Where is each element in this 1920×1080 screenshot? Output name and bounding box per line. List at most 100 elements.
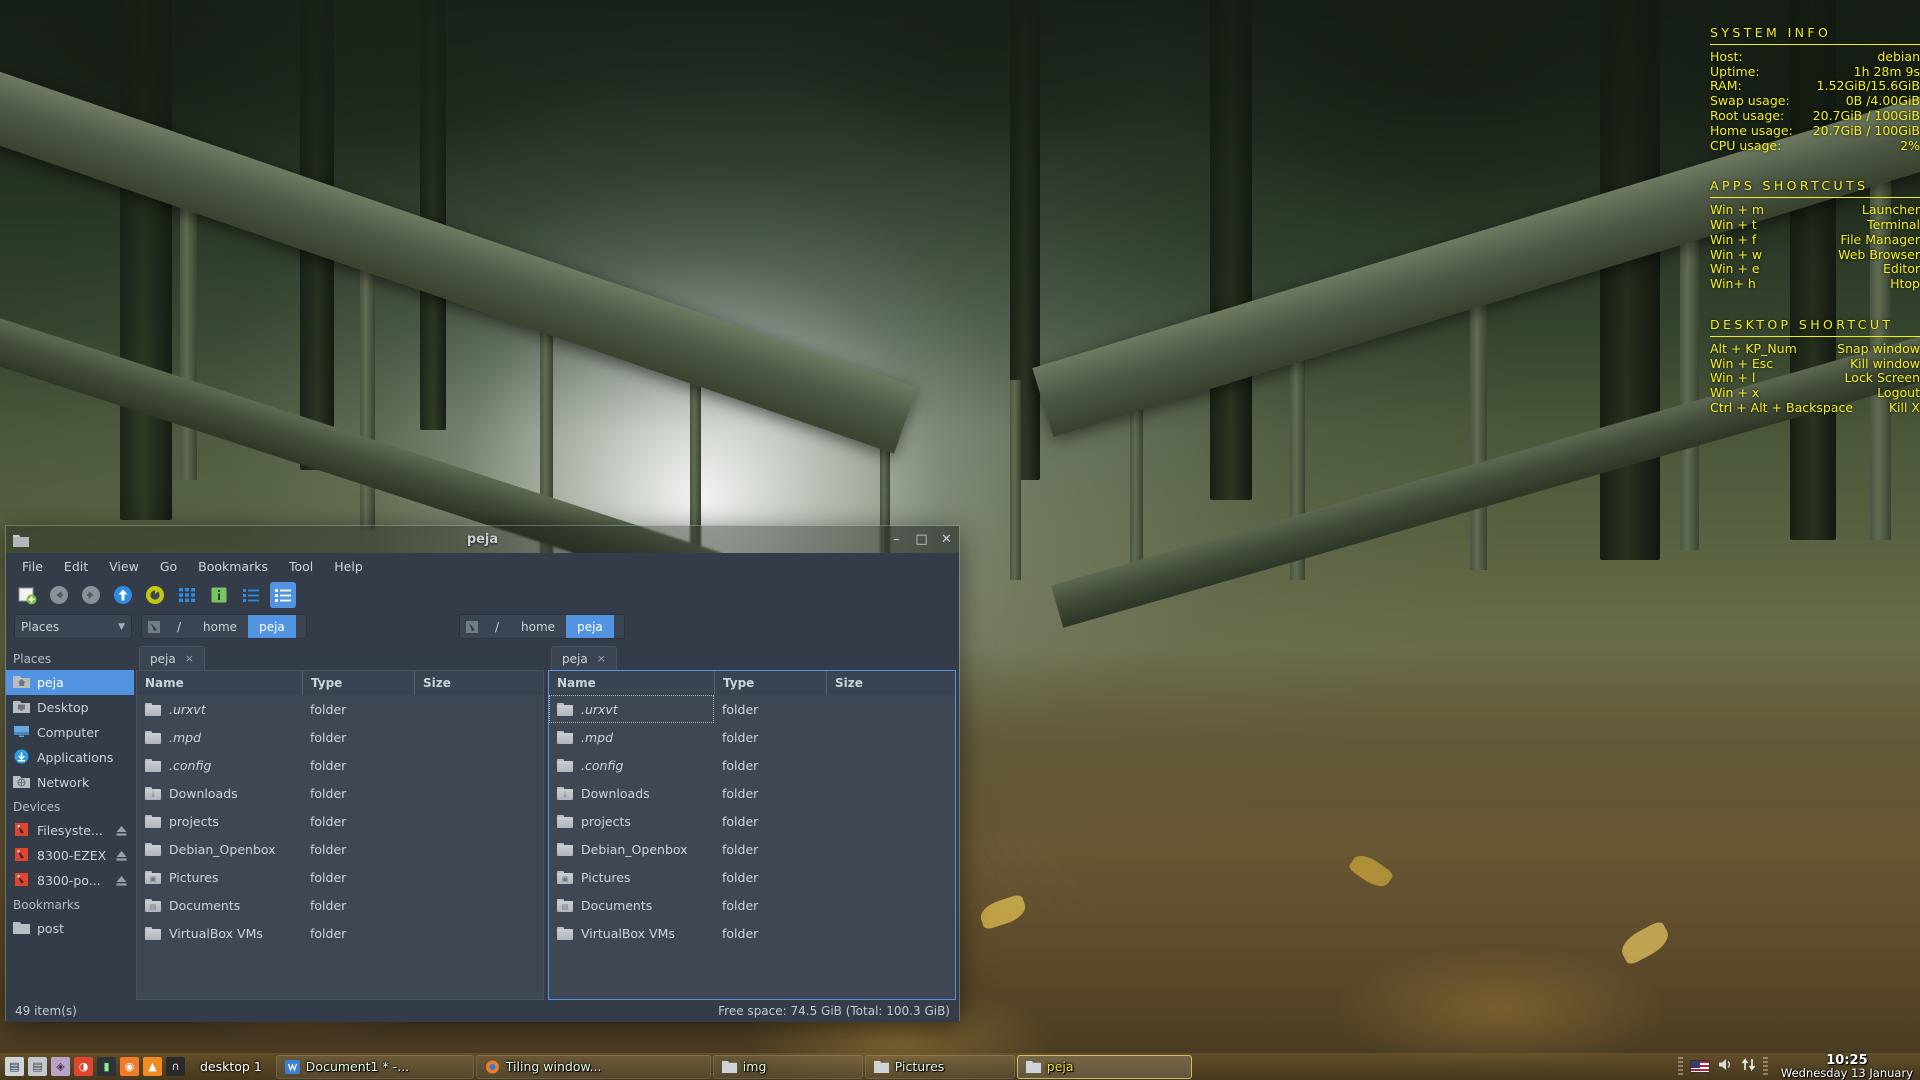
desktop-pager-label[interactable]: desktop 1	[190, 1059, 272, 1074]
file-name-cell[interactable]: VirtualBox VMs	[137, 919, 302, 947]
table-row[interactable]: .config folder	[137, 751, 543, 779]
file-name-cell[interactable]: ▣ Pictures	[549, 863, 714, 891]
column-header-type[interactable]: Type	[714, 671, 826, 695]
detailed-list-icon[interactable]	[270, 582, 296, 608]
reload-icon[interactable]	[142, 582, 168, 608]
file-name-cell[interactable]: ⤓ Downloads	[549, 779, 714, 807]
column-header-name[interactable]: Name	[137, 671, 302, 695]
taskbar-item-peja[interactable]: peja	[1016, 1054, 1192, 1079]
table-row[interactable]: Debian_Openbox folder	[549, 835, 955, 863]
close-icon[interactable]: ×	[185, 652, 194, 665]
file-list-right[interactable]: Name Type Size .urxvt folder .mpd folder .co…	[548, 670, 956, 1000]
new-tab-icon[interactable]	[14, 582, 40, 608]
table-row[interactable]: ▣ Pictures folder	[137, 863, 543, 891]
up-icon[interactable]	[110, 582, 136, 608]
text-editor-icon[interactable]: ▤	[5, 1057, 24, 1076]
close-icon[interactable]: ×	[597, 652, 606, 665]
file-manager-icon[interactable]: ▤	[28, 1057, 47, 1076]
sidebar-item-network[interactable]: Network	[6, 770, 134, 795]
tray-handle[interactable]	[1677, 1056, 1683, 1077]
menu-view[interactable]: View	[101, 557, 147, 576]
media-player-icon[interactable]: ◑	[74, 1057, 93, 1076]
table-row[interactable]: projects folder	[549, 807, 955, 835]
clock[interactable]: 10:25 Wednesday 13 January	[1775, 1054, 1913, 1080]
breadcrumb-current[interactable]: peja	[248, 615, 296, 638]
sidebar[interactable]: Places peja Desktop Computer Applications Ne…	[6, 644, 134, 1000]
table-row[interactable]: ⤓ Downloads folder	[137, 779, 543, 807]
back-icon[interactable]	[46, 582, 72, 608]
file-name-cell[interactable]: .config	[137, 751, 302, 779]
file-name-cell[interactable]: ▣ Pictures	[137, 863, 302, 891]
file-name-cell[interactable]: .mpd	[549, 723, 714, 751]
places-dropdown[interactable]: Places ▼	[14, 614, 132, 639]
file-name-cell[interactable]: projects	[137, 807, 302, 835]
breadcrumb-home[interactable]: home	[192, 615, 248, 638]
table-row[interactable]: .urxvt folder	[549, 695, 955, 723]
vlc-icon[interactable]: ▲	[143, 1057, 162, 1076]
column-header-size[interactable]: Size	[826, 671, 955, 695]
table-row[interactable]: VirtualBox VMs folder	[137, 919, 543, 947]
volume-icon[interactable]	[1717, 1057, 1734, 1076]
window-task-list[interactable]: Document1 * -... Tiling window... img Pictu…	[272, 1054, 1678, 1079]
left-pane[interactable]: peja × Name Type Size .urxvt folder .mpd fo…	[134, 644, 546, 1000]
window-titlebar[interactable]: peja – □ ✕	[6, 526, 959, 553]
menu-file[interactable]: File	[14, 557, 51, 576]
breadcrumb-right[interactable]: / home peja	[459, 614, 625, 639]
terminal-icon[interactable]: ▮	[97, 1057, 116, 1076]
sidebar-device-8300-ezex[interactable]: 8300-EZEX	[6, 843, 134, 868]
close-button[interactable]: ✕	[934, 526, 959, 553]
menu-go[interactable]: Go	[152, 557, 185, 576]
sidebar-places-list[interactable]: peja Desktop Computer Applications Network	[6, 670, 134, 795]
table-row[interactable]: projects folder	[137, 807, 543, 835]
taskbar[interactable]: ▤ ▤ ◈ ◑ ▮ ◉ ▲ ∩ desktop 1 Document1 * -... Tilin…	[0, 1053, 1920, 1080]
right-pane[interactable]: peja × Name Type Size .urxvt folder .mpd fo…	[546, 644, 959, 1000]
table-row[interactable]: .mpd folder	[137, 723, 543, 751]
table-row[interactable]: ▤ Documents folder	[137, 891, 543, 919]
sidebar-item-peja[interactable]: peja	[6, 670, 134, 695]
launcher-tray[interactable]: ▤ ▤ ◈ ◑ ▮ ◉ ▲ ∩	[0, 1057, 190, 1076]
sidebar-item-desktop[interactable]: Desktop	[6, 695, 134, 720]
column-header-name[interactable]: Name	[549, 671, 714, 695]
network-updown-icon[interactable]	[1741, 1057, 1756, 1076]
file-name-cell[interactable]: .mpd	[137, 723, 302, 751]
eject-icon[interactable]	[115, 875, 127, 887]
eject-icon[interactable]	[115, 850, 127, 862]
file-name-cell[interactable]: ▤ Documents	[137, 891, 302, 919]
table-row[interactable]: .mpd folder	[549, 723, 955, 751]
minimize-button[interactable]: –	[884, 526, 909, 553]
software-icon[interactable]: ◈	[51, 1057, 70, 1076]
column-header-size[interactable]: Size	[414, 671, 543, 695]
table-row[interactable]: .config folder	[549, 751, 955, 779]
sidebar-devices-list[interactable]: Filesyste... 8300-EZEX 8300-po...	[6, 818, 134, 893]
menu-edit[interactable]: Edit	[56, 557, 96, 576]
table-row[interactable]: ▤ Documents folder	[549, 891, 955, 919]
taskbar-item-document1[interactable]: Document1 * -...	[275, 1054, 474, 1079]
file-name-cell[interactable]: ▤ Documents	[549, 891, 714, 919]
sidebar-item-computer[interactable]: Computer	[6, 720, 134, 745]
maximize-button[interactable]: □	[909, 526, 934, 553]
breadcrumb-root[interactable]: /	[484, 615, 510, 638]
table-row[interactable]: VirtualBox VMs folder	[549, 919, 955, 947]
drive-icon[interactable]	[460, 615, 484, 638]
file-name-cell[interactable]: ⤓ Downloads	[137, 779, 302, 807]
eject-icon[interactable]	[115, 825, 127, 837]
toolbar[interactable]	[6, 580, 959, 614]
breadcrumb-current[interactable]: peja	[566, 615, 614, 638]
file-name-cell[interactable]: .urxvt	[137, 695, 302, 723]
forward-icon[interactable]	[78, 582, 104, 608]
column-header-type[interactable]: Type	[302, 671, 414, 695]
file-name-cell[interactable]: Debian_Openbox	[137, 835, 302, 863]
breadcrumb-home[interactable]: home	[510, 615, 566, 638]
compact-list-icon[interactable]	[238, 582, 264, 608]
headphones-icon[interactable]: ∩	[166, 1057, 185, 1076]
sidebar-bookmark-post[interactable]: post	[6, 916, 134, 941]
file-name-cell[interactable]: .urxvt	[549, 695, 714, 723]
breadcrumb-root[interactable]: /	[166, 615, 192, 638]
file-rows-left[interactable]: .urxvt folder .mpd folder .config folder ⤓ Down…	[137, 695, 543, 999]
file-list-left[interactable]: Name Type Size .urxvt folder .mpd folder .co…	[136, 670, 544, 1000]
file-name-cell[interactable]: Debian_Openbox	[549, 835, 714, 863]
sidebar-bookmarks-list[interactable]: post	[6, 916, 134, 941]
sidebar-item-applications[interactable]: Applications	[6, 745, 134, 770]
sidebar-device-8300-po[interactable]: 8300-po...	[6, 868, 134, 893]
file-name-cell[interactable]: VirtualBox VMs	[549, 919, 714, 947]
